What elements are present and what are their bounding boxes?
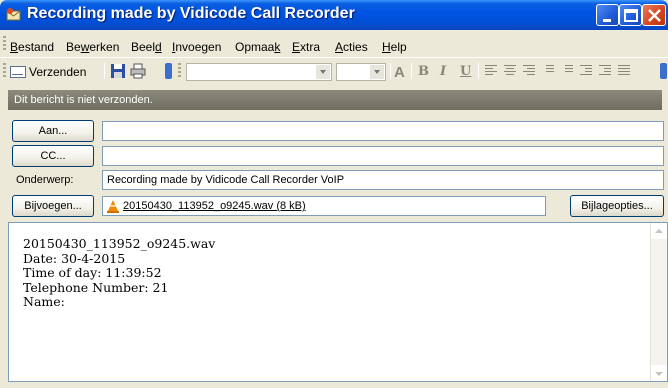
scroll-up-icon[interactable]: [651, 223, 667, 239]
save-icon[interactable]: [110, 63, 126, 79]
vlc-cone-icon: [107, 199, 119, 213]
window-title: Recording made by Vidicode Call Recorder: [27, 5, 355, 22]
close-icon: [648, 9, 661, 22]
increase-indent-icon[interactable]: [599, 65, 611, 77]
subject-label: Onderwerp:: [16, 174, 74, 186]
attachment-field[interactable]: 20150430_113952_o9245.wav (8 kB): [102, 196, 546, 216]
align-left-icon[interactable]: [485, 65, 497, 77]
menu-bestand[interactable]: Bestand: [10, 40, 54, 54]
toolbar-separator: [411, 63, 412, 79]
attach-button[interactable]: Bijvoegen...: [12, 195, 94, 217]
vertical-scrollbar[interactable]: [650, 223, 667, 381]
close-button[interactable]: [642, 4, 666, 26]
subject-field[interactable]: Recording made by Vidicode Call Recorder…: [102, 170, 664, 190]
menu-bewerken[interactable]: Bewerken: [66, 40, 119, 54]
body-line: Date: 30-4-2015: [23, 250, 126, 266]
toolbar-grip[interactable]: [3, 63, 6, 79]
menu-beeld[interactable]: Beeld: [131, 40, 162, 54]
horizontal-line-icon[interactable]: [618, 65, 630, 77]
chevron-down-icon: [316, 65, 330, 79]
mail-app-icon: [6, 8, 21, 21]
menu-help[interactable]: Help: [382, 40, 407, 54]
maximize-icon: [624, 9, 638, 22]
message-text: 20150430_113952_o9245.wav Date: 30-4-201…: [23, 236, 216, 310]
menu-extra[interactable]: Extra: [292, 40, 320, 54]
cc-field[interactable]: [102, 146, 664, 166]
font-size-combo[interactable]: [336, 63, 386, 81]
underline-icon[interactable]: U: [460, 64, 471, 79]
toolbar-overflow-chevron[interactable]: [165, 63, 172, 79]
align-center-icon[interactable]: [504, 65, 516, 77]
minimize-icon: [603, 19, 611, 22]
align-right-icon[interactable]: [523, 65, 535, 77]
title-bar[interactable]: Recording made by Vidicode Call Recorder: [0, 0, 668, 30]
scroll-down-icon[interactable]: [651, 365, 667, 381]
send-label: Verzenden: [29, 64, 87, 79]
print-icon[interactable]: [130, 63, 146, 79]
attachment-options-button[interactable]: Bijlageopties...: [570, 195, 664, 217]
minimize-button[interactable]: [596, 4, 619, 26]
maximize-button[interactable]: [619, 4, 642, 26]
cc-button[interactable]: CC...: [12, 145, 94, 167]
body-line: Name:: [23, 294, 65, 310]
font-color-icon[interactable]: A: [394, 64, 405, 81]
toolbar-separator: [104, 63, 105, 79]
menu-opmaak[interactable]: Opmaak: [235, 40, 280, 54]
font-combo[interactable]: [186, 63, 332, 81]
body-line: Telephone Number: 21: [23, 279, 169, 295]
bullet-list-icon[interactable]: [561, 65, 573, 77]
numbered-list-icon[interactable]: [542, 65, 554, 77]
chevron-down-icon: [370, 65, 384, 79]
to-field[interactable]: [102, 121, 664, 141]
format-toolbar-grip[interactable]: [178, 63, 181, 79]
body-line: Time of day: 11:39:52: [23, 265, 162, 281]
toolbar-separator: [478, 63, 479, 79]
menubar-grip[interactable]: [3, 36, 6, 52]
toolbar: Verzenden A B I U: [0, 58, 668, 84]
decrease-indent-icon[interactable]: [580, 65, 592, 77]
menu-acties[interactable]: Acties: [335, 40, 368, 54]
bold-icon[interactable]: B: [418, 64, 429, 79]
attachment-name[interactable]: 20150430_113952_o9245.wav (8 kB): [123, 200, 306, 212]
info-bar: Dit bericht is niet verzonden.: [8, 90, 662, 110]
send-button[interactable]: Verzenden: [10, 62, 86, 81]
envelope-icon: [10, 65, 26, 78]
toolbar-overflow-chevron[interactable]: [660, 63, 667, 79]
body-line: 20150430_113952_o9245.wav: [23, 236, 216, 251]
toolbar-separator: [390, 63, 391, 79]
menu-bar: Bestand Bewerken Beeld Invoegen Opmaak E…: [0, 30, 668, 58]
to-button[interactable]: Aan...: [12, 120, 94, 142]
menu-invoegen[interactable]: Invoegen: [172, 40, 221, 54]
message-body[interactable]: 20150430_113952_o9245.wav Date: 30-4-201…: [8, 222, 668, 382]
italic-icon[interactable]: I: [440, 64, 446, 79]
